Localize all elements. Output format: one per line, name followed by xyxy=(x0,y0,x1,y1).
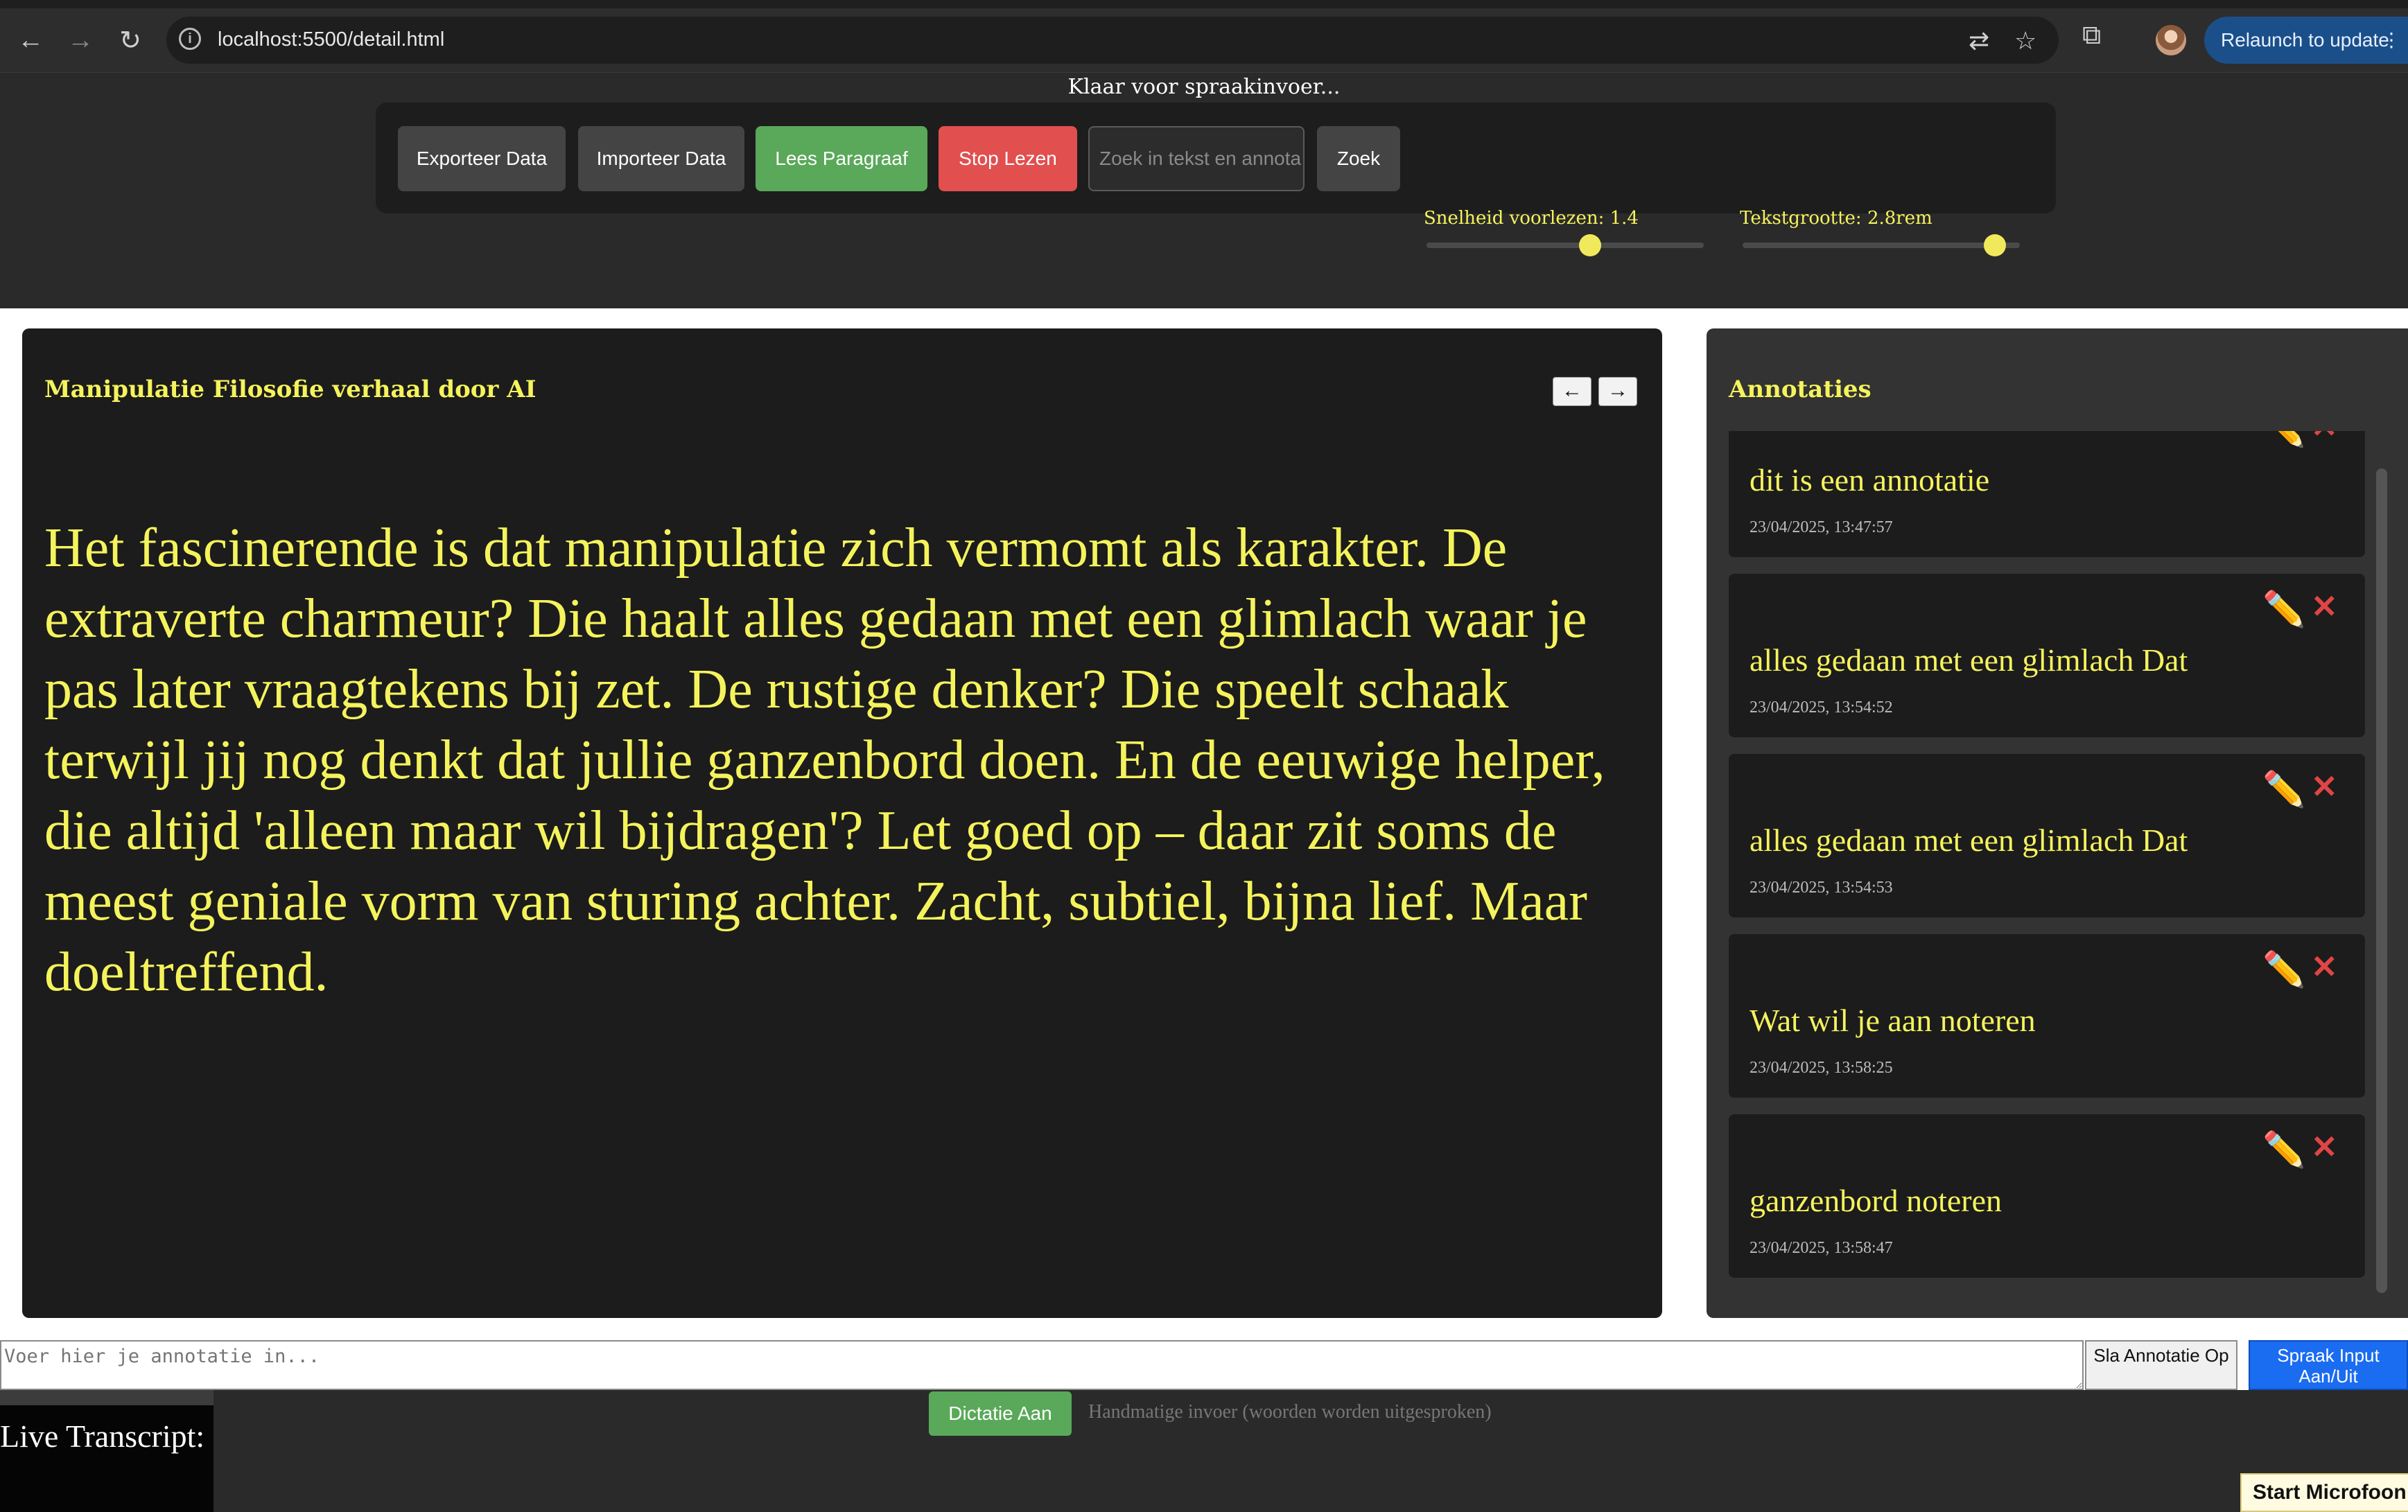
speed-slider[interactable] xyxy=(1427,234,1704,256)
next-paragraph-button[interactable]: → xyxy=(1598,377,1637,406)
previous-paragraph-button[interactable]: ← xyxy=(1553,377,1591,406)
address-bar[interactable]: i localhost:5500/detail.html ⇄ ☆ xyxy=(166,17,2059,64)
export-data-button[interactable]: Exporteer Data xyxy=(398,126,566,191)
speed-slider-thumb[interactable] xyxy=(1579,234,1601,256)
dictation-hint: Handmatige invoer (woorden worden uitges… xyxy=(1088,1401,1492,1423)
relaunch-button[interactable]: Relaunch to update ⋮ xyxy=(2204,17,2408,64)
translate-icon[interactable]: ⇄ xyxy=(1969,26,1989,55)
forward-icon[interactable]: → xyxy=(61,21,100,60)
annotation-text: Wat wil je aan noteren xyxy=(1750,1003,2036,1038)
document-title: Manipulatie Filosofie verhaal door AI xyxy=(44,376,536,403)
save-annotation-button[interactable]: Sla Annotatie Op xyxy=(2085,1340,2237,1390)
stop-reading-button[interactable]: Stop Lezen xyxy=(939,126,1077,191)
back-icon[interactable]: ← xyxy=(11,21,50,60)
annotation-date: 23/04/2025, 13:58:25 xyxy=(1750,1059,1893,1077)
voice-input-toggle-button[interactable]: Spraak Input Aan/Uit xyxy=(2249,1340,2408,1390)
annotation-date: 23/04/2025, 13:54:52 xyxy=(1750,698,1893,717)
speed-label: Snelheid voorlezen: 1.4 xyxy=(1424,208,1639,229)
extensions-icon[interactable]: ⧉ xyxy=(2082,21,2101,51)
delete-x-icon[interactable]: ✕ xyxy=(2311,768,2338,805)
annotation-date: 23/04/2025, 13:58:47 xyxy=(1750,1239,1893,1257)
font-size-slider-thumb[interactable] xyxy=(1984,234,2006,256)
edit-pencil-icon[interactable]: ✏️ xyxy=(2262,769,2305,810)
annotation-date: 23/04/2025, 13:54:53 xyxy=(1750,879,1893,897)
start-microphone-button[interactable]: Start Microfoon xyxy=(2240,1473,2408,1512)
annotation-text: alles gedaan met een glimlach Dat xyxy=(1750,642,2188,678)
delete-x-icon[interactable]: ✕ xyxy=(2311,1128,2338,1166)
paragraph-text[interactable]: Het fascinerende is dat manipulatie zich… xyxy=(44,513,1639,1008)
annotation-input[interactable] xyxy=(0,1340,2084,1390)
annotation-text: dit is een annotatie xyxy=(1750,462,1990,498)
annotation-card[interactable]: dit is een annotatie 23/04/2025, 13:47:5… xyxy=(1729,431,2365,557)
annotation-scrollbar[interactable] xyxy=(2376,468,2387,1293)
search-button[interactable]: Zoek xyxy=(1317,126,1400,191)
delete-x-icon[interactable]: ✕ xyxy=(2311,948,2338,985)
font-size-slider[interactable] xyxy=(1743,234,2020,256)
edit-pencil-icon[interactable]: ✏️ xyxy=(2262,1129,2305,1170)
annotation-text: alles gedaan met een glimlach Dat xyxy=(1750,823,2188,858)
edit-pencil-icon[interactable]: ✏️ xyxy=(2262,589,2305,630)
annotation-list[interactable]: dit is een annotatie 23/04/2025, 13:47:5… xyxy=(1729,431,2365,1292)
delete-x-icon[interactable]: ✕ xyxy=(2311,431,2338,445)
edit-pencil-icon[interactable]: ✏️ xyxy=(2262,431,2305,450)
edit-pencil-icon[interactable]: ✏️ xyxy=(2262,949,2305,990)
annotation-card[interactable]: ganzenbord noteren 23/04/2025, 13:58:47 … xyxy=(1729,1114,2365,1278)
annotation-card[interactable]: Wat wil je aan noteren 23/04/2025, 13:58… xyxy=(1729,934,2365,1098)
search-input[interactable]: Zoek in tekst en annota xyxy=(1088,126,1305,191)
relaunch-label: Relaunch to update xyxy=(2221,29,2389,51)
annotation-card[interactable]: alles gedaan met een glimlach Dat 23/04/… xyxy=(1729,574,2365,737)
font-size-label: Tekstgrootte: 2.8rem xyxy=(1740,208,1932,229)
delete-x-icon[interactable]: ✕ xyxy=(2311,588,2338,625)
import-data-button[interactable]: Importeer Data xyxy=(578,126,744,191)
speech-status: Klaar voor spraakinvoer... xyxy=(1067,75,1341,99)
profile-avatar[interactable] xyxy=(2156,25,2186,55)
tab-strip xyxy=(0,0,2408,8)
browser-toolbar: ← → ↻ i localhost:5500/detail.html ⇄ ☆ ⧉… xyxy=(0,0,2408,73)
url-text: localhost:5500/detail.html xyxy=(218,28,445,51)
annotation-date: 23/04/2025, 13:47:57 xyxy=(1750,518,1893,536)
reload-icon[interactable]: ↻ xyxy=(111,21,150,60)
site-info-icon[interactable]: i xyxy=(179,28,201,50)
annotations-heading: Annotaties xyxy=(1729,376,1872,403)
dictation-button[interactable]: Dictatie Aan xyxy=(929,1391,1072,1436)
annotation-card[interactable]: alles gedaan met een glimlach Dat 23/04/… xyxy=(1729,754,2365,917)
live-transcript-label: Live Transcript: xyxy=(0,1418,205,1454)
more-menu-icon[interactable]: ⋮ xyxy=(2382,17,2401,64)
bookmark-star-icon[interactable]: ☆ xyxy=(2014,26,2036,55)
read-paragraph-button[interactable]: Lees Paragraaf xyxy=(756,126,927,191)
annotation-text: ganzenbord noteren xyxy=(1750,1183,2003,1218)
